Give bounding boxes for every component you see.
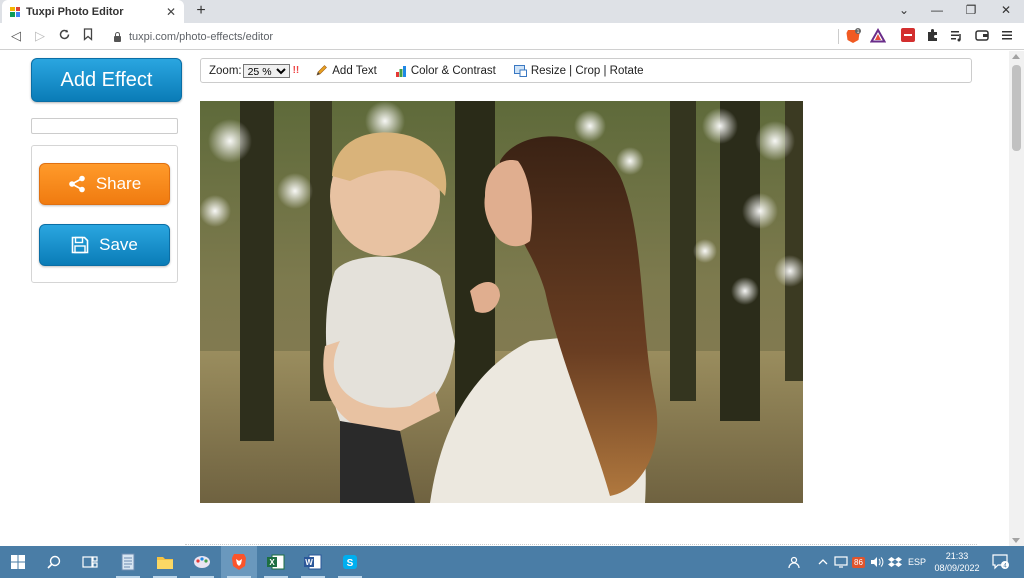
windows-taskbar: X W S 86 ESP 21:33 08/09/2022 4 [0,546,1024,578]
windows-start-icon[interactable] [0,546,36,578]
effect-slot-box [31,118,178,134]
excel-icon[interactable]: X [258,546,294,578]
volume-icon[interactable] [870,546,884,578]
mother-and-child-photo [200,101,803,503]
file-explorer-icon[interactable] [147,546,183,578]
word-icon[interactable]: W [295,546,331,578]
pencil-icon [315,64,328,77]
forward-icon[interactable]: ▷ [32,28,48,44]
close-window-button[interactable]: ✕ [996,3,1016,17]
input-language[interactable]: ESP [908,546,926,578]
reload-icon[interactable] [56,28,72,45]
new-tab-button[interactable]: + [192,2,210,20]
add-text-tool[interactable]: Add Text [315,64,377,77]
resize-crop-rotate-label: Resize | Crop | Rotate [530,64,644,77]
share-label: Share [95,174,142,193]
minimize-button[interactable]: — [927,3,947,17]
svg-text:W: W [305,558,313,567]
browser-toolbar: ◁ ▷ tuxpi.com/photo-effects/editor 1 [0,23,1024,50]
address-bar[interactable]: tuxpi.com/photo-effects/editor [108,27,838,46]
resize-image-icon [513,64,527,77]
bookmark-icon[interactable] [80,28,96,45]
editor-photo[interactable] [200,101,803,503]
page-scrollbar[interactable] [1009,51,1024,546]
brave-badge: 1 [857,29,860,35]
resize-crop-rotate-tool[interactable]: Resize | Crop | Rotate [513,64,644,77]
paint-icon[interactable] [184,546,220,578]
skype-icon[interactable]: S [332,546,368,578]
svg-text:S: S [347,558,354,569]
zoom-select[interactable]: 25 % [242,63,290,78]
editor-toolbar: Zoom: 25 % !! Add Text Color & Contrast … [200,58,972,83]
share-icon [68,175,86,193]
extension-red-icon[interactable] [900,28,916,44]
save-label: Save [99,235,138,254]
notification-center-icon[interactable]: 4 [992,546,1010,578]
tray-badge-count: 86 [852,556,865,568]
color-contrast-label: Color & Contrast [410,64,496,77]
content-divider [185,544,977,545]
wallet-icon[interactable] [974,28,990,44]
clock-date: 08/09/2022 [934,563,980,573]
add-text-label: Add Text [332,64,377,77]
add-effect-button[interactable]: Add Effect [31,58,182,102]
clock-time: 21:33 [945,551,969,561]
restore-button[interactable]: ❐ [961,3,981,17]
notepad-icon[interactable] [110,546,146,578]
save-button[interactable]: Save [39,224,170,266]
monitor-icon[interactable] [834,546,848,578]
toolbar-divider [838,29,839,44]
search-icon[interactable] [36,546,72,578]
editor-page: Add Effect Share Save Zoom: 25 % !! Add … [0,51,1009,546]
people-icon[interactable] [788,546,802,578]
scroll-up-icon[interactable] [1012,54,1020,59]
zoom-marker-icon: !! [292,65,300,76]
show-hidden-icons-icon[interactable] [818,546,828,578]
brave-browser-icon[interactable] [221,546,257,578]
tab-close-icon[interactable]: ✕ [164,5,178,19]
scroll-down-icon[interactable] [1012,538,1020,543]
dropbox-icon[interactable] [888,546,902,578]
browser-menu-icon[interactable] [999,28,1015,44]
svg-text:X: X [269,558,275,567]
tab-title: Tuxpi Photo Editor [26,5,124,18]
tray-badge[interactable]: 86 [852,546,865,578]
floppy-disk-icon [71,236,89,254]
address-url: tuxpi.com/photo-effects/editor [129,30,274,43]
lock-icon [114,31,121,42]
browser-tab-bar: Tuxpi Photo Editor ✕ + ⌄ — ❐ ✕ [0,0,1024,23]
share-save-panel: Share Save [31,145,178,283]
zoom-label: Zoom: [209,64,242,77]
share-button[interactable]: Share [39,163,170,205]
brave-shields-icon[interactable]: 1 [845,28,861,44]
extensions-puzzle-icon[interactable] [925,28,941,44]
color-contrast-tool[interactable]: Color & Contrast [395,65,496,77]
tuxpi-favicon-icon [10,6,20,17]
brave-rewards-icon[interactable] [869,27,887,44]
back-icon[interactable]: ◁ [8,28,24,44]
system-clock[interactable]: 21:33 08/09/2022 [928,550,986,574]
task-view-icon[interactable] [72,546,108,578]
media-playlist-icon[interactable] [949,28,965,44]
tab-search-icon[interactable]: ⌄ [894,3,914,17]
bar-chart-icon [395,65,407,77]
browser-tab-tuxpi[interactable]: Tuxpi Photo Editor ✕ [2,0,184,23]
scrollbar-thumb[interactable] [1012,65,1021,151]
